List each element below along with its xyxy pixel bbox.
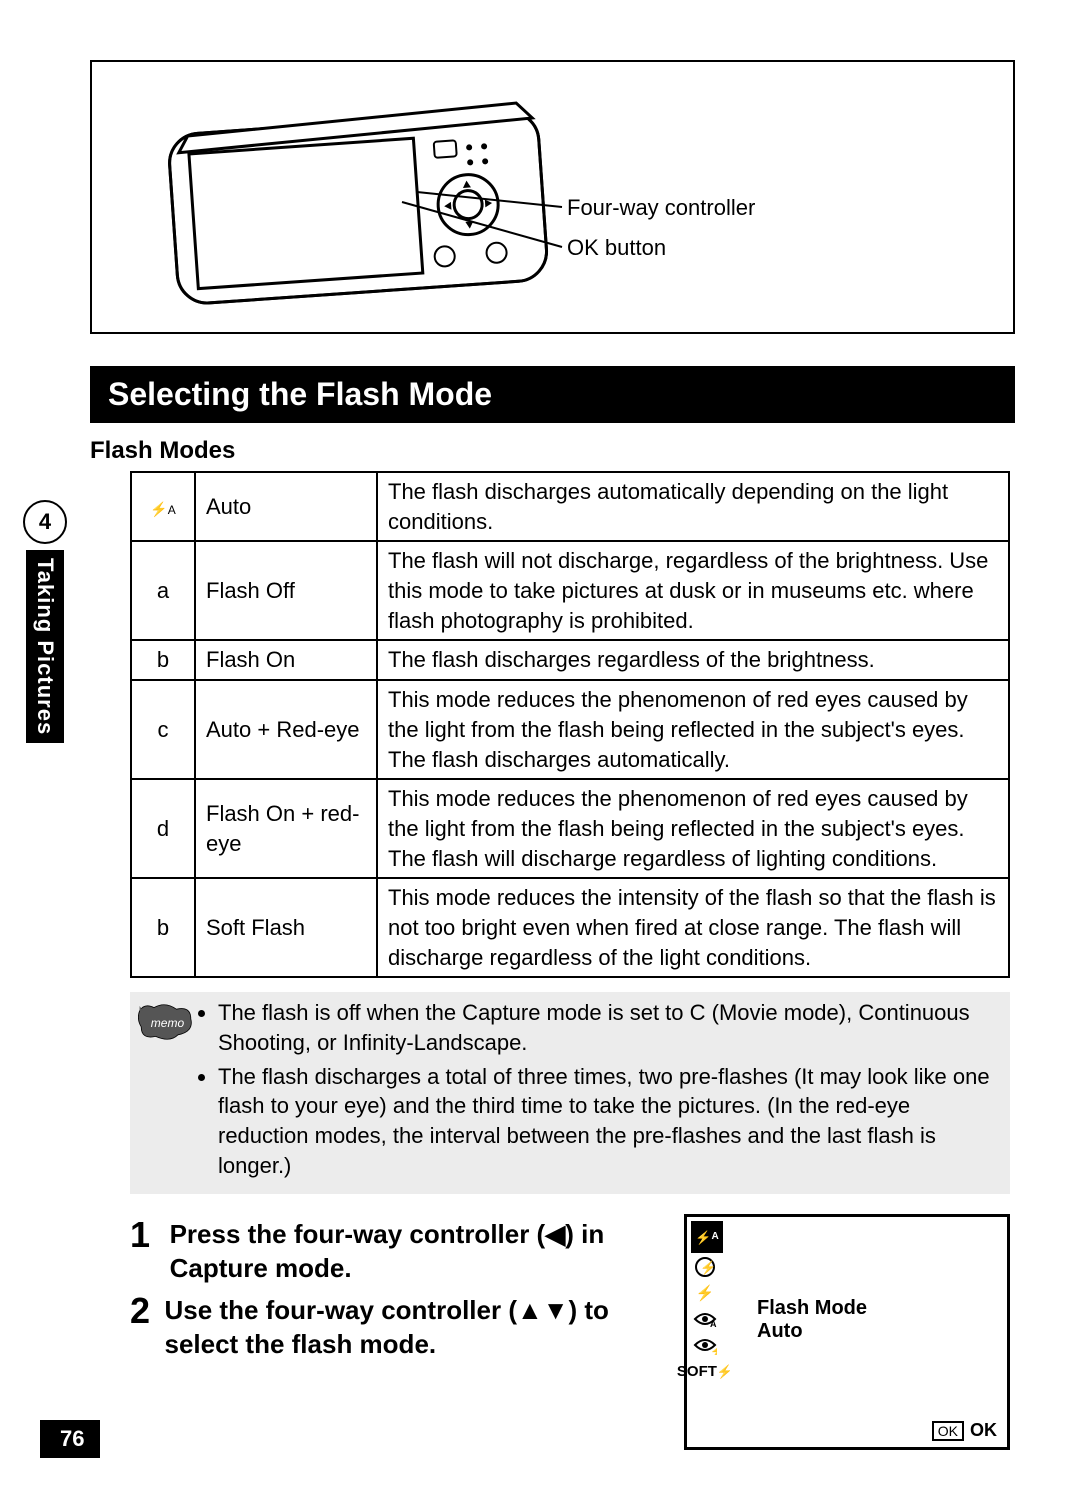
- flash-off-icon: ⚡: [691, 1255, 719, 1279]
- ok-box-icon: OK: [932, 1421, 964, 1441]
- mode-name: Flash Off: [195, 541, 377, 640]
- step-text: Use the four-way controller (▲▼) to sele…: [164, 1290, 684, 1362]
- mode-desc: The flash discharges regardless of the b…: [377, 640, 1009, 680]
- svg-text:⚡: ⚡: [710, 1345, 717, 1355]
- mode-desc: This mode reduces the intensity of the f…: [377, 878, 1009, 977]
- redeye-on-icon: ⚡: [691, 1333, 719, 1357]
- svg-text:A: A: [710, 1319, 717, 1329]
- flash-on-icon: ⚡: [691, 1281, 719, 1305]
- mode-name: Auto + Red-eye: [195, 680, 377, 779]
- section-heading: Selecting the Flash Mode: [90, 366, 1015, 423]
- table-row: b Flash On The flash discharges regardle…: [131, 640, 1009, 680]
- memo-text: The flash is off when the Capture mode i…: [196, 998, 1002, 1184]
- mode-icon: a: [131, 541, 195, 640]
- chapter-number: 4: [23, 500, 67, 544]
- mode-name: Auto: [195, 472, 377, 541]
- step-number: 2: [130, 1290, 164, 1362]
- diagram-label-ok: OK button: [567, 235, 666, 261]
- memo-item: The flash discharges a total of three ti…: [218, 1062, 1002, 1181]
- diagram-label-fourway: Four-way controller: [567, 195, 755, 221]
- table-heading: Flash Modes: [90, 437, 1015, 465]
- camera-diagram: Four-way controller OK button: [90, 60, 1015, 334]
- mode-icon: b: [131, 878, 195, 977]
- table-row: a Flash Off The flash will not discharge…: [131, 541, 1009, 640]
- mode-name: Flash On: [195, 640, 377, 680]
- lcd-title: Flash Mode Auto: [757, 1297, 867, 1343]
- step-row: 2 Use the four-way controller (▲▼) to se…: [130, 1290, 684, 1362]
- lcd-ok-label: OK: [970, 1420, 997, 1441]
- mode-name: Soft Flash: [195, 878, 377, 977]
- camera-illustration: [152, 72, 572, 322]
- svg-text:memo: memo: [151, 1016, 185, 1030]
- table-row: d Flash On + red-eye This mode reduces t…: [131, 779, 1009, 878]
- mode-desc: The flash will not discharge, regardless…: [377, 541, 1009, 640]
- redeye-auto-icon: A: [691, 1307, 719, 1331]
- mode-desc: This mode reduces the phenomenon of red …: [377, 779, 1009, 878]
- memo-icon: memo: [138, 1002, 196, 1042]
- mode-icon: d: [131, 779, 195, 878]
- mode-desc: This mode reduces the phenomenon of red …: [377, 680, 1009, 779]
- flash-modes-table: ⚡A Auto The flash discharges automatical…: [130, 471, 1010, 978]
- chapter-tab: 4 Taking Pictures: [20, 500, 70, 743]
- flash-auto-icon: ⚡A: [691, 1221, 723, 1253]
- lcd-ok: OK OK: [932, 1420, 997, 1441]
- mode-icon: c: [131, 680, 195, 779]
- svg-text:⚡: ⚡: [700, 1260, 716, 1276]
- page-number: 76: [40, 1420, 100, 1458]
- step-row: 1 Press the four-way controller (◀) in C…: [130, 1214, 684, 1286]
- memo-item: The flash is off when the Capture mode i…: [218, 998, 1002, 1057]
- mode-name: Flash On + red-eye: [195, 779, 377, 878]
- step-number: 1: [130, 1214, 170, 1286]
- chapter-title: Taking Pictures: [26, 550, 64, 743]
- flash-soft-icon: SOFT⚡: [691, 1359, 719, 1383]
- step-list: 1 Press the four-way controller (◀) in C…: [130, 1214, 684, 1365]
- mode-icon: ⚡A: [131, 472, 195, 541]
- lcd-preview: ⚡A ⚡ ⚡ A ⚡: [684, 1214, 1010, 1450]
- lcd-icon-strip: ⚡A ⚡ ⚡ A ⚡: [691, 1221, 721, 1383]
- memo-block: memo The flash is off when the Capture m…: [130, 992, 1010, 1194]
- step-text: Press the four-way controller (◀) in Cap…: [170, 1214, 684, 1286]
- table-row: c Auto + Red-eye This mode reduces the p…: [131, 680, 1009, 779]
- mode-desc: The flash discharges automatically depen…: [377, 472, 1009, 541]
- mode-icon: b: [131, 640, 195, 680]
- table-row: ⚡A Auto The flash discharges automatical…: [131, 472, 1009, 541]
- table-row: b Soft Flash This mode reduces the inten…: [131, 878, 1009, 977]
